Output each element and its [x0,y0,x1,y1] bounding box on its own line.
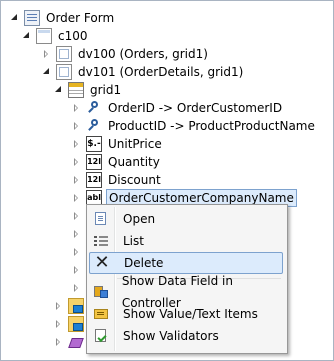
data-field-icon [93,284,108,300]
expand-toggle-icon[interactable] [42,49,52,59]
tree-node-label: UnitPrice [108,137,162,151]
collapse-toggle-icon[interactable] [10,13,20,23]
tree-node-field-quantity[interactable]: 12l Quantity [72,153,162,171]
tree-node-order-form[interactable]: Order Form [10,9,116,27]
expand-toggle-icon[interactable] [72,193,82,203]
tree-node-label: c100 [58,29,88,43]
key-icon [86,100,102,116]
tree-node-c100[interactable]: c100 [22,27,90,45]
tree-node-label: dv100 (Orders, grid1) [78,47,208,61]
menu-item-label: Show Value/Text Items [123,307,258,321]
expand-toggle-icon[interactable] [72,229,82,239]
folder-icon [68,316,84,332]
tree-node-hidden[interactable] [54,297,88,315]
tree-node-hidden[interactable] [72,207,86,225]
tree-node-field-orderid[interactable]: OrderID -> OrderCustomerID [72,99,284,117]
list-icon [93,233,109,249]
menu-item-open[interactable]: Open [89,208,283,230]
menu-item-list[interactable]: List [89,230,283,252]
menu-item-label: Open [123,212,156,226]
expand-toggle-icon[interactable] [72,139,82,149]
validators-icon [93,328,109,344]
expand-toggle-icon[interactable] [72,211,82,221]
collapse-toggle-icon[interactable] [42,67,52,77]
menu-item-show-data-field[interactable]: Show Data Field in Controller [89,274,283,310]
number-icon: 12l [86,172,102,188]
tree-node-label: OrderID -> OrderCustomerID [108,101,283,115]
folder-icon [68,298,84,314]
tree-node-hidden[interactable] [72,243,86,261]
value-text-icon [93,306,109,322]
page-icon [36,28,52,44]
tree-node-label: Discount [108,173,161,187]
tree-node-field-unitprice[interactable]: $.- UnitPrice [72,135,164,153]
tree-node-dv100[interactable]: dv100 (Orders, grid1) [42,45,210,63]
project-explorer-tree: Order Form c100 dv100 (Orders, grid1) dv… [0,0,334,361]
tree-node-grid1[interactable]: grid1 [54,81,123,99]
tree-node-label: ProductID -> ProductProductName [108,119,315,133]
expand-toggle-icon[interactable] [72,175,82,185]
expand-toggle-icon[interactable] [72,103,82,113]
open-icon [93,211,109,227]
menu-item-label: List [123,234,144,248]
tree-node-label: dv101 (OrderDetails, grid1) [78,65,244,79]
expand-toggle-icon[interactable] [54,337,64,347]
data-view-icon [56,64,72,80]
expand-toggle-icon[interactable] [72,121,82,131]
expand-toggle-icon[interactable] [54,301,64,311]
grid-icon [68,82,84,98]
data-view-icon [56,46,72,62]
menu-item-show-validators[interactable]: Show Validators [89,325,283,347]
delete-icon: ✕ [94,252,110,273]
tree-node-label: grid1 [90,83,122,97]
expand-toggle-icon[interactable] [72,283,82,293]
tree-node-hidden[interactable] [54,315,88,333]
expand-toggle-icon[interactable] [72,247,82,257]
tree-node-field-discount[interactable]: 12l Discount [72,171,163,189]
category-icon [68,334,84,350]
number-icon: 12l [86,154,102,170]
tree-node-dv101[interactable]: dv101 (OrderDetails, grid1) [42,63,245,81]
money-icon: $.- [86,136,102,152]
tree-node-hidden[interactable] [72,261,86,279]
tree-node-hidden[interactable] [54,333,88,351]
form-icon [24,10,40,26]
key-icon [86,118,102,134]
tree-node-hidden[interactable] [72,279,86,297]
tree-node-field-productid[interactable]: ProductID -> ProductProductName [72,117,317,135]
menu-item-show-value-text-items[interactable]: Show Value/Text Items [89,303,283,325]
expand-toggle-icon[interactable] [54,319,64,329]
collapse-toggle-icon[interactable] [22,31,32,41]
expand-toggle-icon[interactable] [72,157,82,167]
collapse-toggle-icon[interactable] [54,85,64,95]
tree-node-hidden[interactable] [72,225,86,243]
expand-toggle-icon[interactable] [72,265,82,275]
context-menu: Open List ✕ Delete Show Data Field in Co… [86,204,288,354]
tree-node-label: Order Form [46,11,115,25]
tree-node-label: Quantity [108,155,160,169]
menu-item-label: Show Validators [123,329,219,343]
